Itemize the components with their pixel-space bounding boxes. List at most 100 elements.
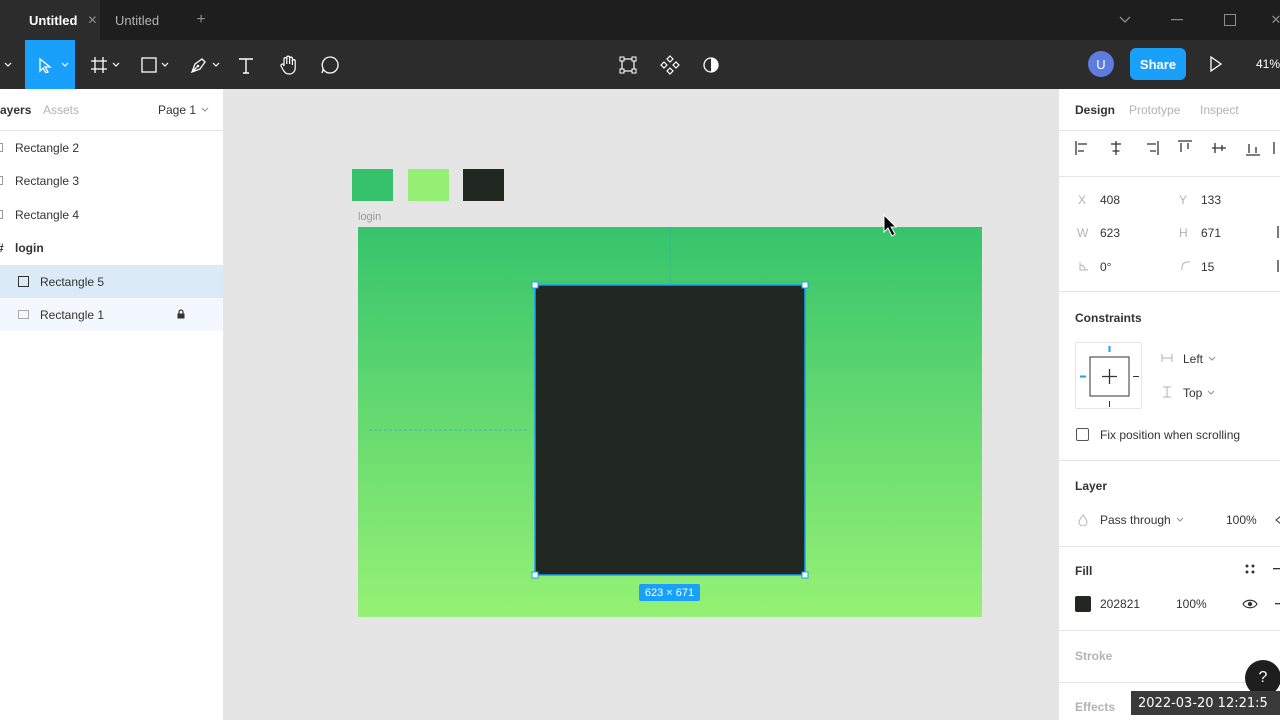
color-swatch-dark[interactable]: [463, 169, 504, 201]
properties-panel: Design Prototype Inspect X 408 Y 133 W 6…: [1058, 89, 1280, 720]
component-icon: [660, 54, 680, 75]
lock-icon[interactable]: [177, 309, 185, 319]
layer-label: login: [15, 240, 44, 255]
rotation-icon: [1079, 262, 1088, 271]
page-selector[interactable]: Page 1: [158, 103, 209, 117]
tab-label: Untitled: [29, 12, 78, 28]
chevron-down-icon[interactable]: [161, 62, 169, 68]
constraint-widget[interactable]: [1075, 342, 1142, 409]
w-label: W: [1077, 226, 1089, 240]
zoom-level[interactable]: 41%: [1256, 57, 1280, 71]
chevron-down-icon[interactable]: [1117, 12, 1133, 28]
share-button[interactable]: Share: [1130, 48, 1186, 80]
style-grid-icon[interactable]: [1245, 564, 1255, 574]
tab-inspect[interactable]: Inspect: [1200, 103, 1239, 117]
layer-row[interactable]: Rectangle 3: [0, 164, 223, 197]
comment-tool-button[interactable]: [318, 40, 342, 89]
tab-prototype[interactable]: Prototype: [1129, 103, 1180, 117]
x-label: X: [1078, 193, 1087, 207]
present-button[interactable]: [1209, 55, 1223, 77]
resize-handle[interactable]: [801, 281, 809, 289]
fix-position-label: Fix position when scrolling: [1100, 428, 1241, 442]
chevron-down-icon[interactable]: [61, 62, 69, 68]
rotation-input[interactable]: 0°: [1100, 260, 1111, 274]
tab-assets[interactable]: Assets: [43, 103, 79, 117]
main-menu-chevron-icon[interactable]: [0, 40, 16, 89]
eye-icon[interactable]: [1242, 599, 1258, 609]
minimize-icon[interactable]: [1169, 12, 1185, 28]
frame-label[interactable]: login: [358, 211, 381, 223]
chevron-down-icon: [1207, 390, 1215, 395]
corner-radius-input[interactable]: 15: [1201, 260, 1214, 274]
x-input[interactable]: 408: [1100, 193, 1120, 207]
layer-label: Rectangle 2: [15, 140, 80, 155]
chevron-down-icon: [1176, 517, 1184, 522]
hand-tool-button[interactable]: [276, 40, 300, 89]
divider: [1059, 630, 1280, 631]
color-swatch-green[interactable]: [352, 169, 393, 201]
avatar[interactable]: U: [1088, 51, 1114, 77]
pen-tool-button[interactable]: [188, 40, 222, 89]
fill-title: Fill: [1075, 564, 1093, 578]
color-swatch-light-green[interactable]: [408, 169, 449, 201]
mask-button[interactable]: [699, 40, 723, 89]
divider: [1059, 291, 1280, 292]
rectangle-icon: [0, 143, 3, 152]
layer-row[interactable]: Rectangle 4: [0, 198, 223, 231]
resize-handle[interactable]: [531, 281, 539, 289]
layer-row-frame[interactable]: # login: [0, 231, 223, 264]
tab-bar: Untitled ✕ Untitled + ✕: [0, 0, 1280, 40]
chevron-down-icon[interactable]: [212, 62, 220, 68]
fill-hex-input[interactable]: 202821: [1100, 597, 1140, 611]
blend-mode-value: Pass through: [1100, 513, 1171, 527]
divider: [1059, 130, 1280, 131]
close-icon[interactable]: ✕: [87, 13, 97, 27]
chevron-down-icon[interactable]: [112, 62, 120, 68]
layer-row-selected[interactable]: Rectangle 5: [0, 265, 223, 298]
add-fill-icon[interactable]: [1273, 568, 1280, 570]
new-tab-icon[interactable]: +: [193, 11, 209, 28]
maximize-icon[interactable]: [1222, 12, 1238, 28]
layer-row[interactable]: Rectangle 1: [0, 298, 223, 331]
horizontal-constraint-icon: [1161, 354, 1173, 362]
width-input[interactable]: 623: [1100, 226, 1120, 240]
vertical-constraint-select[interactable]: Top: [1183, 386, 1215, 400]
constraint-diagram: [1080, 346, 1139, 407]
pen-icon: [190, 57, 206, 73]
tab-layers[interactable]: ayers: [0, 103, 31, 117]
transform-icon: [619, 56, 637, 73]
tab-label: Untitled: [115, 12, 160, 28]
remove-fill-icon[interactable]: [1275, 603, 1280, 605]
fill-opacity-input[interactable]: 100%: [1176, 597, 1207, 611]
horizontal-constraint-select[interactable]: Left: [1183, 352, 1216, 366]
tab-design[interactable]: Design: [1075, 103, 1115, 117]
component-button[interactable]: [658, 40, 682, 89]
frame-icon: [91, 56, 107, 73]
fix-position-checkbox[interactable]: [1076, 428, 1089, 441]
tab-untitled[interactable]: Untitled: [100, 0, 185, 40]
layer-row[interactable]: Rectangle 2: [0, 131, 223, 164]
height-input[interactable]: 671: [1201, 226, 1221, 240]
resize-handle[interactable]: [531, 571, 539, 579]
shape-tool-button[interactable]: [138, 40, 172, 89]
close-window-icon[interactable]: ✕: [1268, 12, 1280, 28]
resize-handle[interactable]: [801, 571, 809, 579]
rectangle-5[interactable]: [535, 285, 805, 575]
rectangle-icon: [18, 310, 29, 319]
constraints-title: Constraints: [1075, 311, 1142, 325]
move-tool-button[interactable]: [25, 40, 75, 89]
chevron-down-icon: [1208, 356, 1216, 361]
frame-tool-button[interactable]: [88, 40, 122, 89]
edit-object-button[interactable]: [616, 40, 640, 89]
y-input[interactable]: 133: [1201, 193, 1221, 207]
alignment-toolbar[interactable]: [1075, 140, 1275, 156]
text-tool-button[interactable]: [234, 40, 258, 89]
blend-mode-select[interactable]: Pass through: [1100, 513, 1184, 527]
layer-label: Rectangle 4: [15, 207, 80, 222]
canvas[interactable]: login 623 × 671: [225, 89, 1057, 720]
fill-color-swatch[interactable]: [1075, 596, 1091, 612]
effects-title: Effects: [1075, 700, 1116, 714]
visibility-icon[interactable]: [1275, 515, 1280, 525]
layer-opacity-input[interactable]: 100%: [1226, 513, 1257, 527]
tab-untitled-active[interactable]: Untitled ✕: [0, 0, 100, 40]
